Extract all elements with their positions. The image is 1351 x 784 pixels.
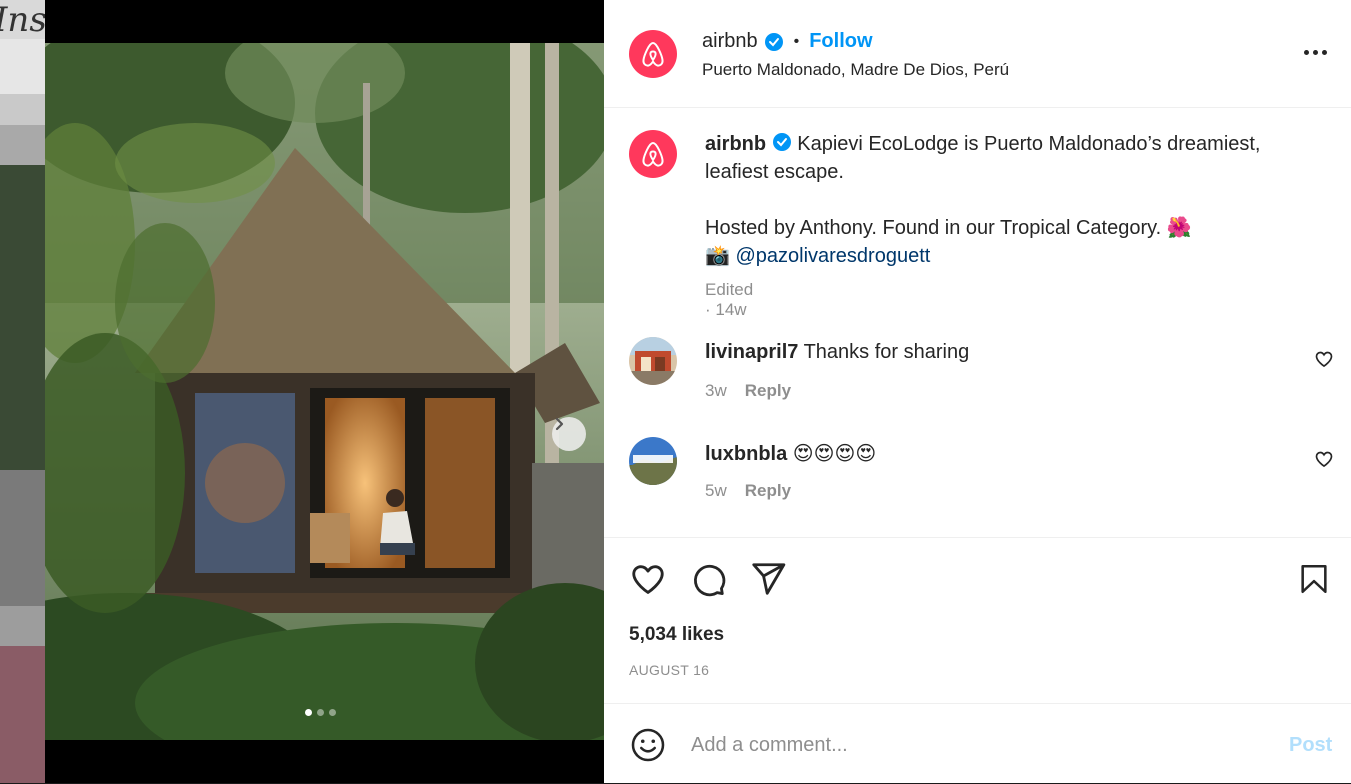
comment-like-heart-icon[interactable] <box>1314 349 1334 369</box>
comment-body: 😍😍😍😍 <box>792 443 877 465</box>
author-avatar[interactable] <box>629 30 677 78</box>
photographer-mention-link[interactable]: @pazolivaresdroguett <box>735 245 930 267</box>
reply-button[interactable]: Reply <box>745 481 791 501</box>
carousel-next-button[interactable] <box>552 417 586 451</box>
comment-meta: 3w Reply <box>705 381 791 401</box>
comment-text: luxbnbla 😍😍😍😍 <box>705 441 876 466</box>
camera-emoji: 📸 <box>705 245 730 267</box>
carousel-dot <box>329 709 336 716</box>
author-line: airbnb • Follow <box>702 30 873 53</box>
more-options-icon[interactable] <box>1299 40 1331 64</box>
commenter-username[interactable]: luxbnbla <box>705 443 787 465</box>
heart-icon[interactable] <box>629 560 667 598</box>
carousel-dot <box>317 709 324 716</box>
comment-age: 5w <box>705 481 727 500</box>
caption-line-2: Hosted by Anthony. Found in our Tropical… <box>705 217 1192 239</box>
lodge-photo-illustration <box>45 43 604 740</box>
reply-button[interactable]: Reply <box>745 381 791 401</box>
chevron-right-icon <box>555 417 564 431</box>
comment-composer: Post <box>604 703 1351 784</box>
post-date: AUGUST 16 <box>629 662 710 678</box>
emoji-icon[interactable] <box>630 727 666 763</box>
author-username[interactable]: airbnb <box>702 30 758 53</box>
comment-text: livinapril7 Thanks for sharing <box>705 341 969 364</box>
comment-body: Thanks for sharing <box>803 341 970 363</box>
carousel-dot <box>305 709 312 716</box>
commenter-avatar[interactable] <box>629 337 677 385</box>
verified-badge-icon <box>772 133 791 151</box>
post-media <box>45 0 604 783</box>
background-block <box>0 606 45 646</box>
comment-like-heart-icon[interactable] <box>1314 449 1334 469</box>
caption-text: airbnb Kapievi EcoLodge is Puerto Maldon… <box>705 130 1305 270</box>
follow-button[interactable]: Follow <box>809 30 872 53</box>
post-actions: 5,034 likes AUGUST 16 <box>604 537 1351 703</box>
commenter-username[interactable]: livinapril7 <box>705 341 798 363</box>
caption-avatar[interactable] <box>629 130 677 178</box>
post-photo[interactable] <box>45 43 604 740</box>
comment-item: luxbnbla 😍😍😍😍 5w Reply <box>629 437 1333 507</box>
post-details-panel: airbnb • Follow Puerto Maldonado, Madre … <box>604 0 1351 783</box>
comment-age: 3w <box>705 381 727 400</box>
comment-meta: 5w Reply <box>705 481 791 501</box>
avatar-image <box>629 437 677 485</box>
caption-username[interactable]: airbnb <box>705 133 766 155</box>
add-comment-input[interactable] <box>689 726 1253 764</box>
comment-item: livinapril7 Thanks for sharing 3w Reply <box>629 337 1333 407</box>
comment-icon[interactable] <box>689 560 727 598</box>
header-separator: • <box>793 32 800 50</box>
share-icon[interactable] <box>749 560 787 598</box>
carousel-indicator <box>305 709 336 716</box>
post-header: airbnb • Follow Puerto Maldonado, Madre … <box>604 0 1351 108</box>
bookmark-icon[interactable] <box>1297 560 1331 598</box>
likes-count[interactable]: 5,034 likes <box>629 624 724 646</box>
background-logo-text: Ins <box>0 0 45 40</box>
airbnb-logo-icon <box>642 141 664 167</box>
verified-badge-icon <box>764 32 783 51</box>
post-location[interactable]: Puerto Maldonado, Madre De Dios, Perú <box>702 60 1009 80</box>
commenter-avatar[interactable] <box>629 437 677 485</box>
background-block <box>0 125 45 165</box>
post-comment-button[interactable]: Post <box>1289 734 1332 757</box>
caption-meta: Edited · 14w <box>705 280 754 319</box>
background-page-strip: Ins <box>0 0 45 783</box>
airbnb-logo-icon <box>642 41 664 67</box>
avatar-image <box>629 337 677 385</box>
